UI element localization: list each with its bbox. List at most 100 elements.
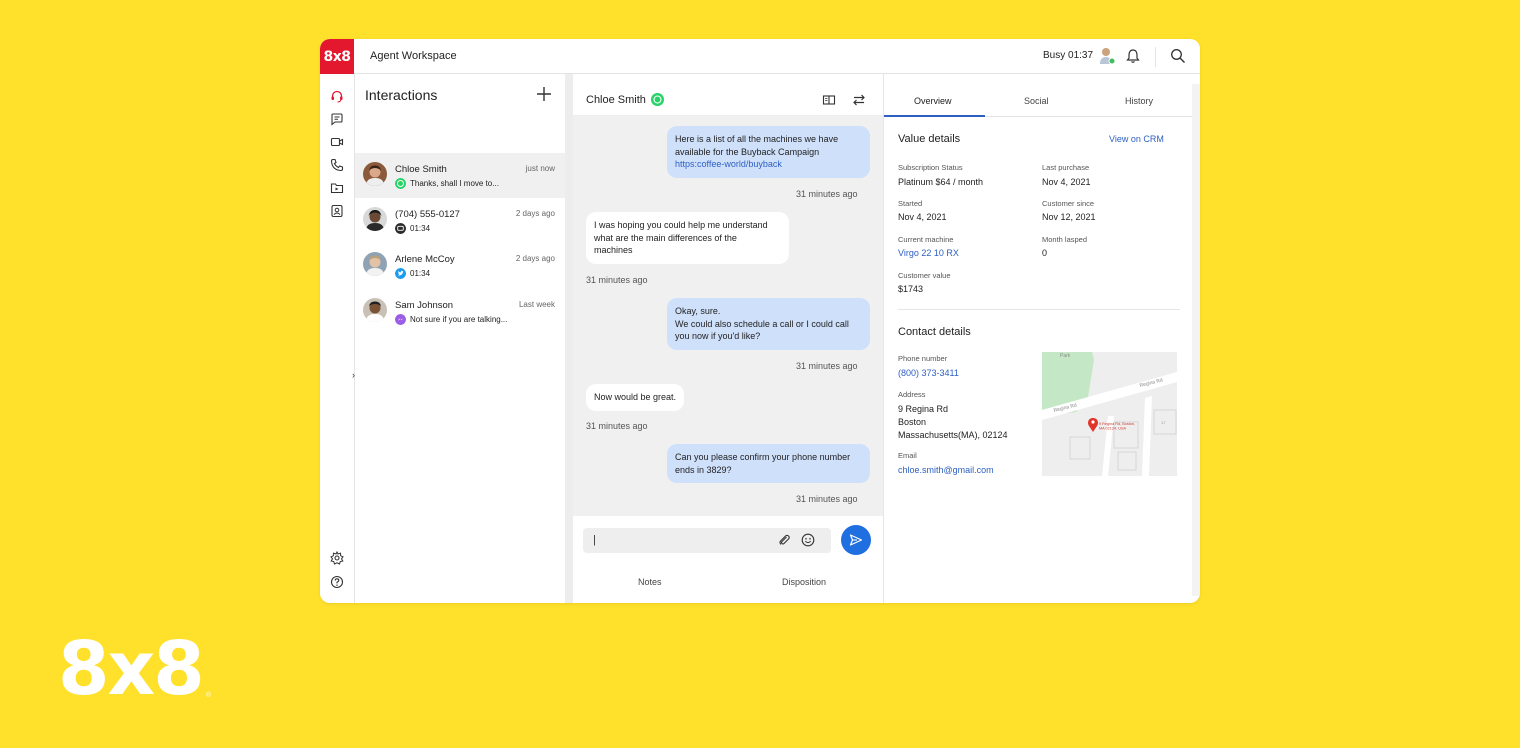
interaction-preview: 01:34 bbox=[410, 269, 431, 278]
send-button[interactable] bbox=[841, 525, 871, 555]
message-line: machines bbox=[594, 245, 633, 255]
tab-overview[interactable]: Overview bbox=[914, 96, 952, 106]
message-line: Can you please confirm your phone number bbox=[675, 452, 851, 462]
message-bubble-outgoing: Can you please confirm your phone number… bbox=[667, 444, 870, 483]
field-value: Nov 4, 2021 bbox=[1042, 177, 1091, 187]
contacts-icon[interactable] bbox=[330, 204, 344, 218]
value-details-title: Value details bbox=[898, 133, 961, 145]
avatar bbox=[363, 252, 387, 276]
app-title: Agent Workspace bbox=[370, 50, 457, 62]
agent-avatar-icon[interactable] bbox=[1099, 47, 1115, 65]
message-timestamp: 31 minutes ago bbox=[796, 361, 858, 371]
interaction-item[interactable]: (704) 555-0127 2 days ago 01:34 bbox=[355, 198, 565, 243]
tab-disposition[interactable]: Disposition bbox=[782, 577, 826, 587]
view-on-crm-link[interactable]: View on CRM bbox=[1109, 134, 1164, 144]
message-bubble-outgoing: Okay, sure. We could also schedule a cal… bbox=[667, 298, 870, 350]
message-timestamp: 31 minutes ago bbox=[586, 421, 648, 431]
chat-icon[interactable] bbox=[330, 112, 344, 126]
contact-name: (704) 555-0127 bbox=[395, 209, 460, 220]
address-map[interactable]: Park Regina Rd Regina Rd 17 9 Regina Rd,… bbox=[1042, 352, 1177, 476]
emoji-icon[interactable] bbox=[801, 533, 815, 547]
field-label: Phone number bbox=[898, 354, 948, 363]
section-divider bbox=[898, 309, 1180, 310]
panel-tabs: Overview Social History bbox=[884, 84, 1192, 117]
current-machine-link[interactable]: Virgo 22 10 RX bbox=[898, 248, 959, 258]
message-line: I was hoping you could help me understan… bbox=[594, 220, 768, 230]
tab-history[interactable]: History bbox=[1125, 96, 1153, 106]
avatar bbox=[363, 298, 387, 322]
phone-icon[interactable] bbox=[330, 158, 344, 172]
avatar bbox=[363, 207, 387, 231]
field-label: Started bbox=[898, 199, 923, 208]
send-icon bbox=[849, 534, 863, 546]
message-composer: | Notes Disposition bbox=[573, 516, 883, 596]
active-tab-indicator bbox=[884, 115, 985, 117]
field-label: Month lasped bbox=[1042, 235, 1088, 244]
tab-notes[interactable]: Notes bbox=[638, 577, 662, 587]
field-label: Customer value bbox=[898, 271, 951, 280]
interaction-item[interactable]: Sam Johnson Last week Not sure if you ar… bbox=[355, 289, 565, 334]
book-icon[interactable] bbox=[822, 93, 836, 107]
add-interaction-icon[interactable] bbox=[535, 85, 553, 103]
interactions-heading: Interactions bbox=[365, 87, 438, 103]
headset-icon[interactable] bbox=[330, 89, 344, 103]
interaction-time: 2 days ago bbox=[515, 254, 555, 263]
folder-icon[interactable] bbox=[330, 181, 344, 195]
attachment-icon[interactable] bbox=[777, 533, 791, 547]
interaction-item[interactable]: Chloe Smith just now Thanks, shall I mov… bbox=[355, 153, 565, 198]
interaction-preview: Thanks, shall I move to... bbox=[410, 179, 499, 188]
message-line: ends in 3829? bbox=[675, 464, 732, 475]
sms-icon bbox=[395, 223, 406, 234]
contact-details-title: Contact details bbox=[898, 326, 971, 338]
message-line: We could also schedule a call or I could… bbox=[675, 318, 849, 329]
message-timestamp: 31 minutes ago bbox=[796, 494, 858, 504]
field-value: $1743 bbox=[898, 284, 924, 294]
help-icon[interactable] bbox=[330, 575, 344, 589]
field-value: 0 bbox=[1042, 248, 1048, 258]
field-value: Platinum $64 / month bbox=[898, 177, 984, 187]
message-line: Okay, sure. bbox=[675, 306, 721, 316]
field-value: Nov 4, 2021 bbox=[898, 212, 947, 222]
message-link[interactable]: https:coffee-world/buyback bbox=[675, 158, 862, 171]
registered-mark: ® bbox=[206, 692, 212, 699]
email-link[interactable]: chloe.smith@gmail.com bbox=[898, 465, 994, 475]
messenger-icon bbox=[395, 314, 406, 325]
field-label: Current machine bbox=[898, 235, 954, 244]
message-line: Here is a list of all the machines we ha… bbox=[675, 134, 839, 144]
agent-status[interactable]: Busy 01:37 bbox=[1043, 50, 1093, 61]
twitter-icon bbox=[395, 268, 406, 279]
settings-icon[interactable] bbox=[330, 551, 344, 565]
field-label: Address bbox=[898, 390, 926, 399]
column-divider bbox=[565, 74, 573, 603]
brand-logo: 8x8 bbox=[58, 626, 205, 712]
customer-panel: Overview Social History Value details Vi… bbox=[884, 84, 1192, 596]
chat-contact-name: Chloe Smith bbox=[586, 94, 646, 106]
message-timestamp: 31 minutes ago bbox=[586, 275, 648, 285]
interaction-preview: Not sure if you are talking... bbox=[410, 315, 508, 324]
message-bubble-outgoing: Here is a list of all the machines we ha… bbox=[667, 126, 870, 178]
video-icon[interactable] bbox=[330, 135, 344, 149]
phone-link[interactable]: (800) 373-3411 bbox=[898, 368, 959, 378]
message-line: available for the Buyback Campaign bbox=[675, 146, 820, 157]
chat-panel: Chloe Smith Here is a list of all the ma… bbox=[573, 84, 883, 596]
tab-social[interactable]: Social bbox=[1024, 96, 1049, 106]
address-line: Massachusetts(MA), 02124 bbox=[898, 430, 1008, 440]
app-logo[interactable]: 8x8 bbox=[320, 39, 354, 74]
interaction-time: Last week bbox=[518, 300, 555, 309]
bell-icon[interactable] bbox=[1125, 48, 1141, 64]
interaction-item[interactable]: Arlene McCoy 2 days ago 01:34 bbox=[355, 243, 565, 288]
message-input[interactable]: | bbox=[583, 528, 831, 553]
map-parcel-number: 17 bbox=[1161, 420, 1166, 425]
search-icon[interactable] bbox=[1170, 48, 1186, 64]
transfer-icon[interactable] bbox=[852, 93, 866, 107]
address-line: Boston bbox=[898, 417, 927, 427]
address-line: 9 Regina Rd bbox=[898, 404, 949, 414]
message-line: what are the main differences of the bbox=[594, 232, 737, 243]
whatsapp-icon bbox=[651, 93, 664, 106]
whatsapp-icon bbox=[395, 178, 406, 189]
interaction-time: just now bbox=[525, 164, 555, 173]
message-list: Here is a list of all the machines we ha… bbox=[573, 116, 883, 516]
top-bar: 8x8 Agent Workspace Busy 01:37 bbox=[320, 39, 1200, 74]
panel-scroll-gutter bbox=[1192, 84, 1200, 596]
input-value: | bbox=[593, 534, 596, 546]
